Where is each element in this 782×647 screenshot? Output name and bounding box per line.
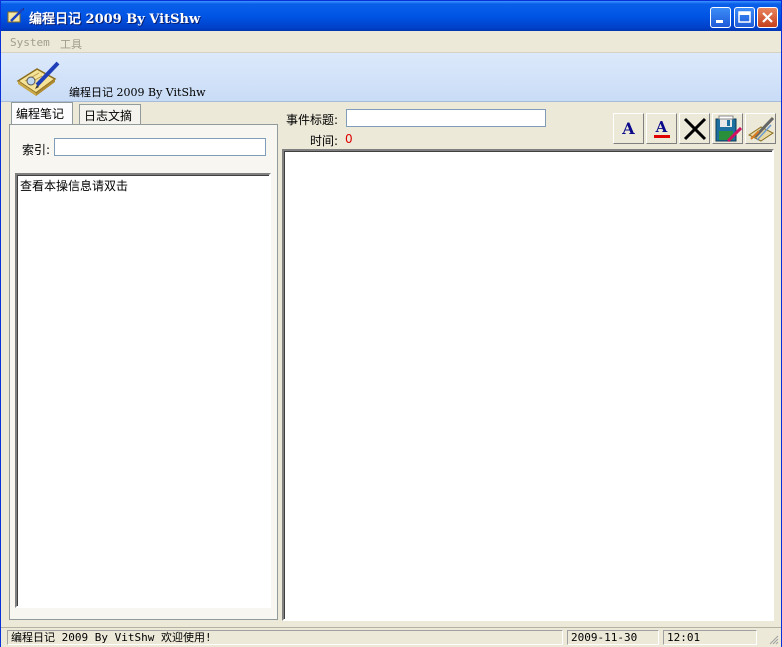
subject-input[interactable]: [346, 109, 546, 127]
font-color-letter: A: [655, 117, 668, 136]
menu-bar: System 工具: [1, 32, 781, 53]
subject-label: 事件标题:: [286, 113, 339, 127]
notebook-icon: [16, 61, 60, 96]
font-color-icon: A: [653, 117, 670, 138]
banner-title: 编程日记 2009 By VitShw: [69, 86, 206, 99]
edit-button[interactable]: [745, 113, 776, 144]
tab-programming-notes[interactable]: 编程笔记: [11, 102, 73, 124]
font-icon: A: [622, 119, 635, 138]
window-title: 编程日记 2009 By VitShw: [29, 12, 201, 27]
left-panel: 编程笔记 日志文摘 索引: 查看本操信息请双击: [9, 102, 278, 620]
menu-system[interactable]: System: [10, 36, 50, 49]
close-icon: [762, 12, 773, 23]
close-button[interactable]: [757, 7, 778, 28]
time-value: 0: [345, 132, 353, 146]
save-button[interactable]: [712, 113, 743, 144]
menu-tools[interactable]: 工具: [60, 36, 82, 52]
app-icon: [7, 8, 24, 23]
index-input[interactable]: [54, 138, 266, 156]
status-time: 12:01: [663, 630, 757, 645]
list-item[interactable]: 查看本操信息请双击: [20, 177, 128, 194]
tab-page: 索引: 查看本操信息请双击: [9, 124, 278, 620]
main-window: 编程日记 2009 By VitShw System 工具 编程日记 2009 …: [0, 0, 782, 647]
delete-icon: [683, 117, 706, 140]
maximize-button[interactable]: [734, 7, 755, 28]
entry-editor[interactable]: [282, 149, 774, 621]
maximize-icon: [738, 11, 751, 23]
status-message: 编程日记 2009 By VitShw 欢迎使用!: [7, 630, 563, 645]
save-icon: [715, 115, 742, 142]
index-label: 索引:: [22, 143, 51, 157]
minimize-button[interactable]: [710, 7, 731, 28]
title-bar[interactable]: 编程日记 2009 By VitShw: [1, 1, 781, 31]
resize-grip-icon[interactable]: [767, 633, 779, 645]
status-bar: 编程日记 2009 By VitShw 欢迎使用! 2009-11-30 12:…: [1, 627, 781, 647]
delete-button[interactable]: [679, 113, 710, 144]
header-banner: 编程日记 2009 By VitShw: [1, 53, 781, 102]
font-color-button[interactable]: A: [646, 113, 677, 144]
edit-icon: [747, 116, 774, 142]
font-button[interactable]: A: [613, 113, 644, 144]
font-color-bar: [653, 134, 670, 138]
status-date: 2009-11-30: [567, 630, 659, 645]
minimize-icon: [716, 20, 723, 23]
time-label: 时间:: [310, 134, 339, 148]
tab-log-digest[interactable]: 日志文摘: [79, 104, 141, 124]
notes-list[interactable]: 查看本操信息请双击: [15, 173, 271, 608]
